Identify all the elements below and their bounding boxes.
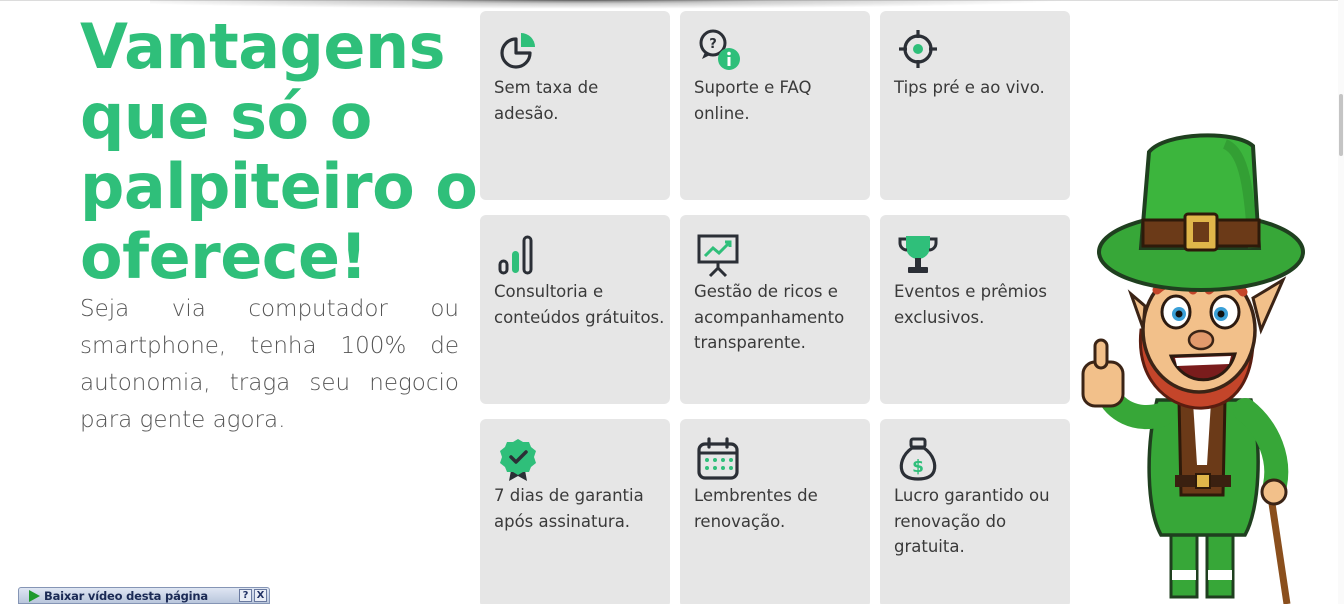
card-label: Consultoria e conteúdos grátuitos. <box>494 282 665 327</box>
advantage-card-tips: Tips pré e ao vivo. <box>880 11 1070 200</box>
section-subtext: Seja via computador ou smartphone, tenha… <box>80 296 459 433</box>
card-label: Tips pré e ao vivo. <box>894 78 1045 97</box>
advantage-card-renewal-reminder: Lembrentes de renovação. <box>680 419 870 604</box>
leprechaun-mascot-illustration <box>1081 133 1305 604</box>
scrollbar-thumb[interactable] <box>1339 94 1343 156</box>
crosshair-icon <box>899 30 937 68</box>
card-label: Suporte e FAQ online. <box>694 78 812 123</box>
card-label: 7 dias de garantia após assinatura. <box>494 486 644 531</box>
calendar-icon <box>697 437 739 480</box>
help-button[interactable]: ? <box>239 589 252 602</box>
advantage-card-guarantee: 7 dias de garantia após assinatura. <box>480 419 670 604</box>
play-icon <box>29 589 40 602</box>
advantage-card-events: Eventos e prêmios exclusivos. <box>880 215 1070 404</box>
badge-check-icon <box>500 439 536 481</box>
money-bag-icon: $ <box>899 437 937 481</box>
svg-text:$: $ <box>912 457 924 477</box>
advantage-card-risk-management: Gestão de ricos e acompanhamento transpa… <box>680 215 870 404</box>
card-label: Gestão de ricos e acompanhamento transpa… <box>694 282 845 352</box>
download-video-button[interactable]: Baixar vídeo desta página <box>44 589 239 603</box>
pie-chart-icon <box>500 33 535 69</box>
download-video-toolbar[interactable]: Baixar vídeo desta página ? X <box>18 587 270 604</box>
card-label: Lembrentes de renovação. <box>694 486 818 531</box>
card-label: Lucro garantido ou renovação do gratuita… <box>894 486 1050 556</box>
svg-text:?: ? <box>709 37 717 52</box>
section-headline: Vantagens que só o palpiteiro o oferece! <box>80 10 478 293</box>
advantage-card-no-fee: Sem taxa de adesão. <box>480 11 670 200</box>
presentation-chart-icon <box>697 234 739 278</box>
advantage-card-profit: $ Lucro garantido ou renovação do gratui… <box>880 419 1070 604</box>
bar-chart-icon <box>498 235 533 275</box>
close-button[interactable]: X <box>254 589 267 602</box>
trophy-icon <box>898 236 938 273</box>
card-label: Eventos e prêmios exclusivos. <box>894 282 1047 327</box>
advantage-card-support: ? Suporte e FAQ online. <box>680 11 870 200</box>
help-chat-icon: ? <box>699 29 740 70</box>
advantage-card-consulting: Consultoria e conteúdos grátuitos. <box>480 215 670 404</box>
card-label: Sem taxa de adesão. <box>494 78 599 123</box>
advantages-grid: Sem taxa de adesão. ? Suporte e FAQ onli… <box>480 11 1070 604</box>
page-scrollbar[interactable] <box>1338 0 1344 604</box>
